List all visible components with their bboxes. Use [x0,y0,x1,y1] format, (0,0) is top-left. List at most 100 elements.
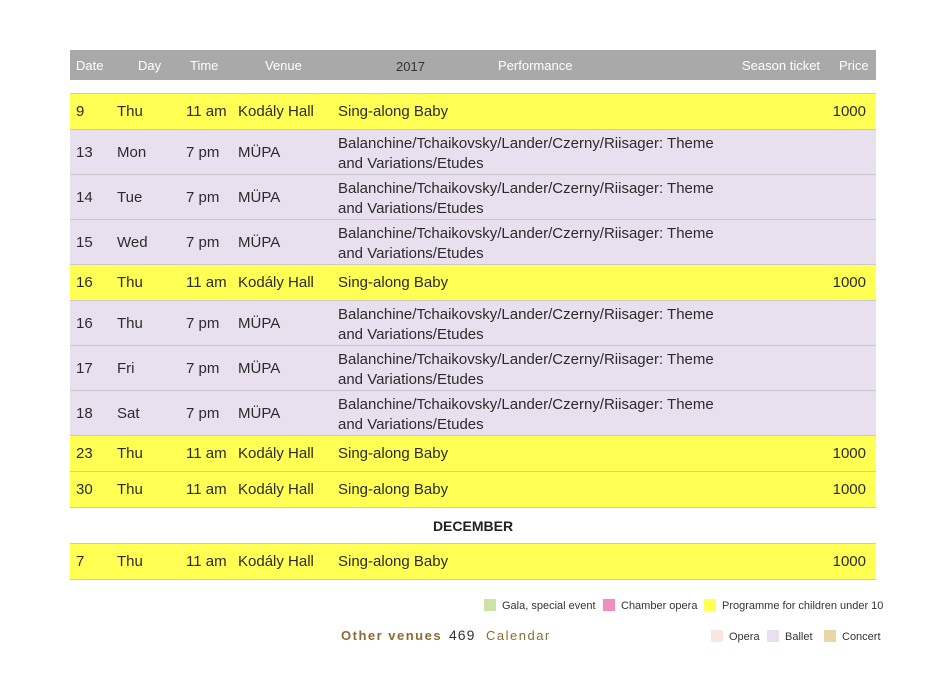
legend-children: Programme for children under 10 [704,599,883,612]
row-performance: Sing-along Baby [338,274,449,291]
row-performance: Balanchine/Tchaikovsky/Lander/Czerny/Rii… [338,351,714,388]
row-venue: Kodály Hall [238,553,314,570]
table-row: 16 Thu 11 am Kodály Hall Sing-along Baby 1000 [70,264,876,300]
row-venue: MÜPA [238,405,281,422]
row-performance: Balanchine/Tchaikovsky/Lander/Czerny/Rii… [338,396,714,433]
row-date: 7 [76,553,85,570]
row-price: 1000 [832,445,866,462]
legend-gala-swatch [484,599,496,611]
row-date: 14 [76,189,93,206]
row-price: 1000 [832,553,866,570]
row-venue: Kodály Hall [238,481,314,498]
schedule-table: 9 Thu 11 am Kodály Hall Sing-along Baby 1000 1… [70,93,876,580]
legend-concert-swatch [824,630,836,642]
row-day: Thu [117,103,143,120]
legend-opera-label: Opera [729,631,760,643]
row-day: Tue [117,189,143,206]
row-venue: MÜPA [238,189,281,206]
legend-opera-swatch [711,630,723,642]
row-day: Mon [117,144,147,161]
row-date: 15 [76,234,93,251]
legend-opera: Opera [711,630,760,643]
row-date: 18 [76,405,93,422]
row-performance: Sing-along Baby [338,445,449,462]
legend-children-swatch [704,599,716,611]
row-price: 1000 [832,481,866,498]
row-date: 30 [76,481,93,498]
table-row: 14 Tue 7 pm MÜPA Balanchine/Tchaikovsky/Land… [70,174,876,219]
legend-ballet-label: Ballet [785,631,813,643]
legend-gala: Gala, special event [484,599,596,612]
legend-chamber-opera: Chamber opera [603,599,697,612]
header-date: Date [76,58,104,73]
row-day: Fri [117,360,135,377]
row-date: 9 [76,103,85,120]
legend-chamber-swatch [603,599,615,611]
header-performance: Performance [498,58,573,73]
row-price: 1000 [832,274,866,291]
month-heading-row: DECEMBER [70,507,876,543]
header-day: Day [138,58,162,73]
legend-concert: Concert [824,630,881,643]
footer-other-venues: Other venues [341,628,443,643]
table-row: 18 Sat 7 pm MÜPA Balanchine/Tchaikovsky/Land… [70,390,876,435]
header-time: Time [190,58,219,73]
row-time: 7 pm [186,144,220,161]
header-season-ticket: Season ticket [742,58,821,73]
row-performance: Balanchine/Tchaikovsky/Lander/Czerny/Rii… [338,306,714,343]
row-time: 7 pm [186,189,220,206]
row-date: 23 [76,445,93,462]
row-venue: MÜPA [238,144,281,161]
table-row: 7 Thu 11 am Kodály Hall Sing-along Baby 1000 [70,543,876,579]
row-venue: Kodály Hall [238,445,314,462]
row-performance: Sing-along Baby [338,103,449,120]
table-row: 9 Thu 11 am Kodály Hall Sing-along Baby 1000 [70,93,876,129]
row-venue: MÜPA [238,360,281,377]
row-time: 7 pm [186,405,220,422]
row-time: 11 am [186,274,227,291]
row-performance: Sing-along Baby [338,553,449,570]
row-time: 11 am [186,553,227,570]
row-venue: MÜPA [238,315,281,332]
row-venue: Kodály Hall [238,103,314,120]
row-venue: MÜPA [238,234,281,251]
row-venue: Kodály Hall [238,274,314,291]
row-time: 11 am [186,445,227,462]
legend-children-label: Programme for children under 10 [722,600,884,612]
table-row: 13 Mon 7 pm MÜPA Balanchine/Tchaikovsky/Land… [70,129,876,174]
row-day: Thu [117,481,143,498]
row-date: 17 [76,360,93,377]
row-day: Thu [117,445,143,462]
legend-gala-label: Gala, special event [502,600,596,612]
month-label: DECEMBER [432,518,514,534]
header-price: Price [839,58,869,73]
row-day: Thu [117,274,143,291]
row-day: Sat [117,405,140,422]
legend-chamber-label: Chamber opera [621,600,698,612]
footer-calendar: Calendar [486,628,551,643]
table-header: Date Day Time Venue 2017 Performance Sea… [70,50,876,80]
row-day: Thu [117,315,143,332]
row-day: Wed [117,234,148,251]
legend-ballet: Ballet [767,630,813,643]
row-time: 7 pm [186,234,220,251]
legend-ballet-swatch [767,630,779,642]
row-performance: Balanchine/Tchaikovsky/Lander/Czerny/Rii… [338,180,714,217]
table-row: 30 Thu 11 am Kodály Hall Sing-along Baby 1000 [70,471,876,507]
row-time: 11 am [186,481,227,498]
row-date: 16 [76,274,93,291]
row-performance: Balanchine/Tchaikovsky/Lander/Czerny/Rii… [338,225,714,262]
header-year: 2017 [396,59,425,74]
row-date: 13 [76,144,93,161]
legend-concert-label: Concert [842,631,881,643]
row-price: 1000 [832,103,866,120]
table-row: 17 Fri 7 pm MÜPA Balanchine/Tchaikovsky/Land… [70,345,876,390]
footer-page-number: 469 [449,627,476,643]
row-date: 16 [76,315,93,332]
row-time: 11 am [186,103,227,120]
row-day: Thu [117,553,143,570]
table-row: 15 Wed 7 pm MÜPA Balanchine/Tchaikovsky/Land… [70,219,876,264]
header-venue: Venue [265,58,302,73]
row-performance: Balanchine/Tchaikovsky/Lander/Czerny/Rii… [338,135,714,172]
row-performance: Sing-along Baby [338,481,449,498]
